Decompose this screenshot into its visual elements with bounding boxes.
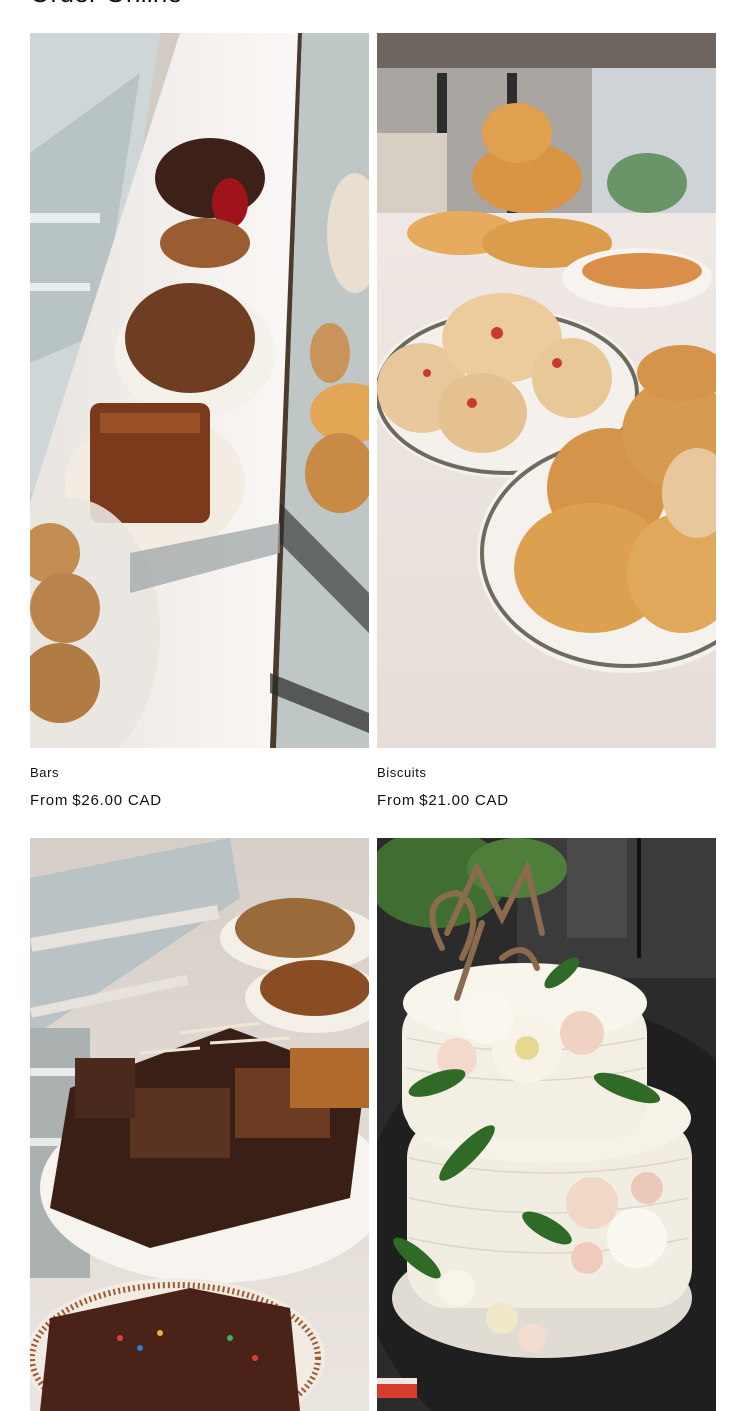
product-card-biscuits[interactable]: Biscuits From $21.00 CAD xyxy=(377,33,716,809)
product-title-bars[interactable]: Bars xyxy=(30,765,59,780)
product-card-brownies[interactable] xyxy=(30,838,369,1411)
section-title: Order Online xyxy=(30,0,182,9)
price-prefix: From xyxy=(30,792,69,809)
product-title-biscuits[interactable]: Biscuits xyxy=(377,765,427,780)
price-prefix: From xyxy=(377,792,416,809)
product-price: $21.00 CAD xyxy=(419,792,509,809)
product-card-bars[interactable]: Bars From $26.00 CAD xyxy=(30,33,369,809)
product-image-bars[interactable] xyxy=(30,33,369,748)
product-price-row-bars: From $26.00 CAD xyxy=(30,792,162,809)
product-image-brownies[interactable] xyxy=(30,838,369,1411)
product-card-cakes[interactable] xyxy=(377,838,716,1411)
product-image-cakes[interactable] xyxy=(377,838,716,1411)
product-price: $26.00 CAD xyxy=(72,792,162,809)
product-price-row-biscuits: From $21.00 CAD xyxy=(377,792,509,809)
product-image-biscuits[interactable] xyxy=(377,33,716,748)
